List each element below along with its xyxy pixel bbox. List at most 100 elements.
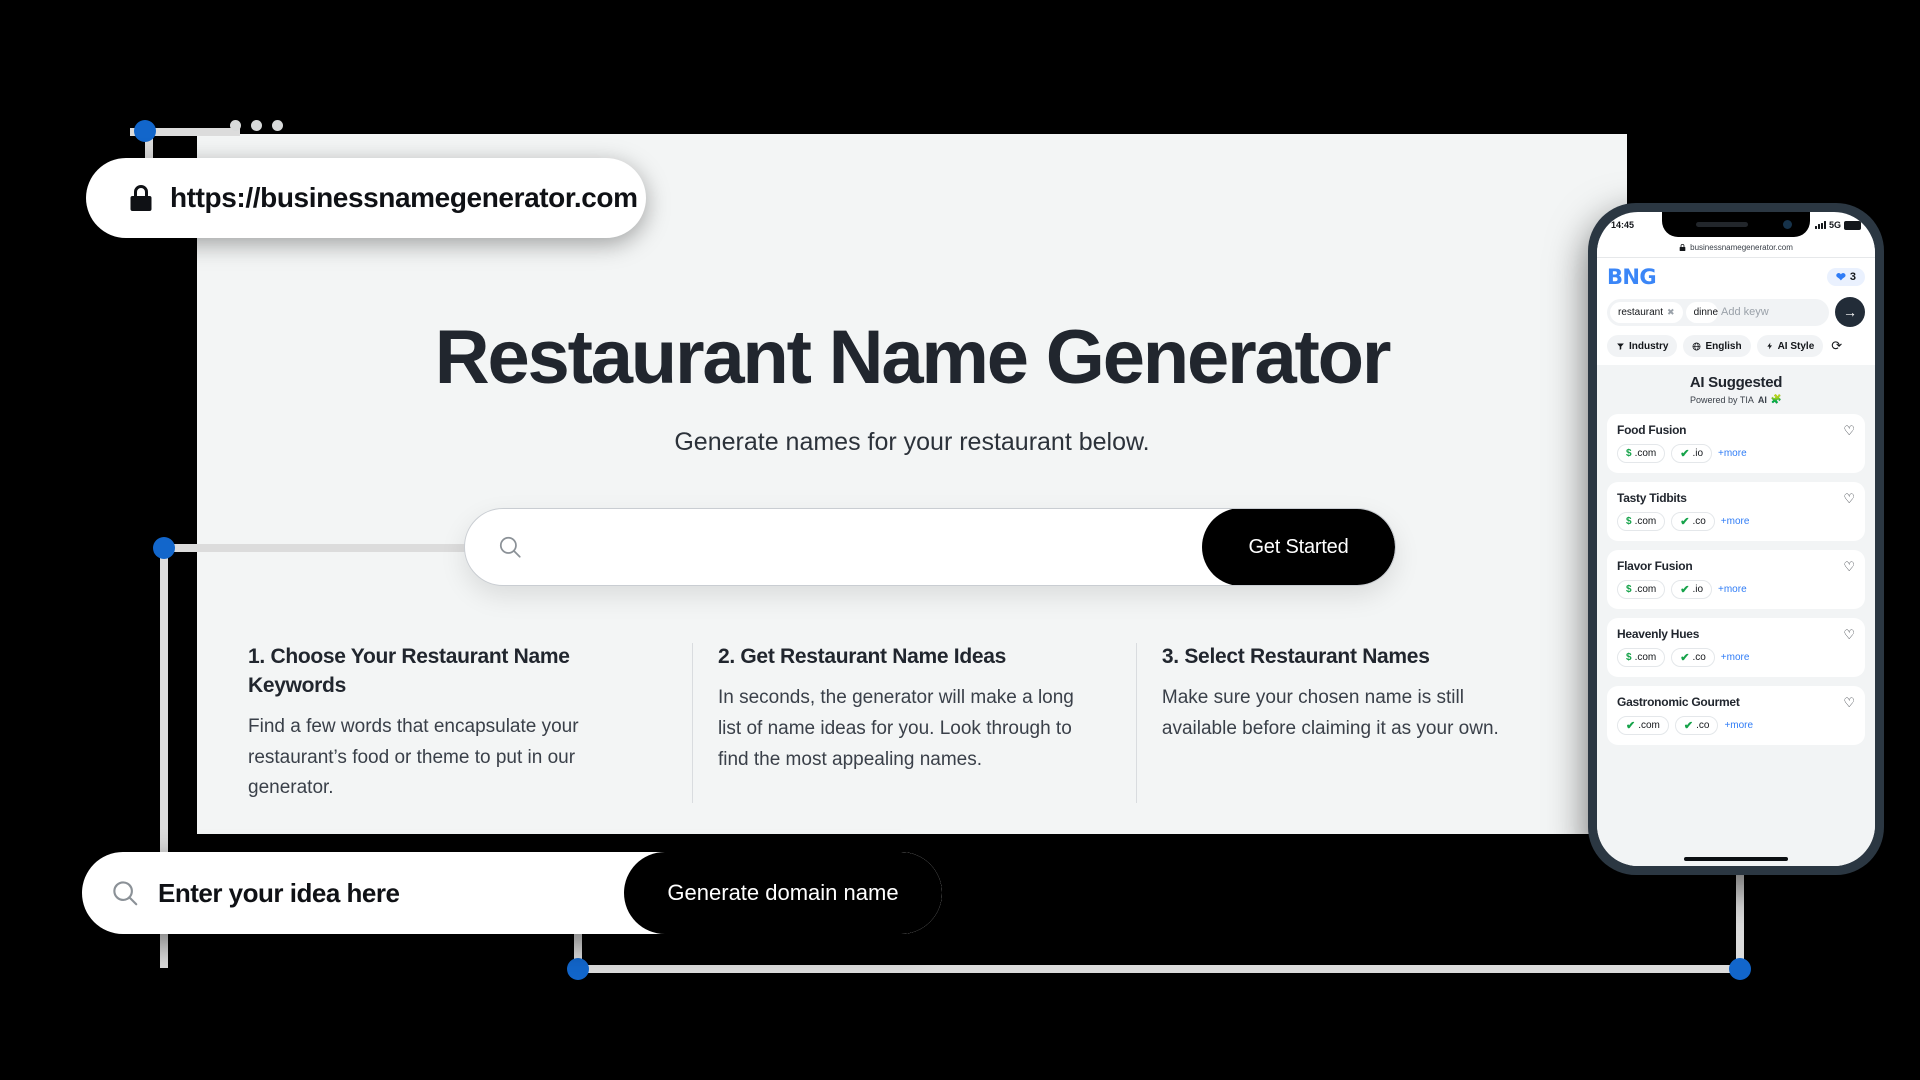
phone-app-header: BNG ❤ 3 restaurant ✖ dinne Add keyw → In… <box>1597 258 1875 365</box>
phone-status-bar: 14:45 5G <box>1597 212 1875 238</box>
keyword-box[interactable]: restaurant ✖ dinne Add keyw <box>1607 298 1829 326</box>
keyword-chip[interactable]: restaurant ✖ <box>1610 301 1683 323</box>
domain-tld: .co <box>1692 516 1706 527</box>
refresh-icon[interactable]: ⟳ <box>1831 338 1842 354</box>
more-domains-link[interactable]: +more <box>1718 448 1747 459</box>
floating-search-bar[interactable]: Enter your idea here Generate domain nam… <box>82 852 942 934</box>
chip-icon: 🧩 <box>1770 394 1783 404</box>
window-controls-dots[interactable] <box>230 120 283 131</box>
domain-tld: .com <box>1634 448 1657 459</box>
step-body: Make sure your chosen name is still avai… <box>1161 686 1499 739</box>
lock-icon <box>1679 243 1686 252</box>
domain-pill[interactable]: ✔ .io <box>1671 444 1713 463</box>
premium-marker-icon: $ <box>1626 584 1632 595</box>
results-panel: AI Suggested Powered by TIA AI 🧩 Food Fu… <box>1597 365 1875 866</box>
premium-marker-icon: $ <box>1626 516 1632 527</box>
domain-pill[interactable]: ✔ .co <box>1671 512 1715 531</box>
results-title: AI Suggested <box>1689 374 1783 391</box>
step-body: In seconds, the generator will make a lo… <box>717 686 1074 770</box>
filter-ai-style-button[interactable]: AI Style <box>1756 335 1824 357</box>
heart-outline-icon[interactable]: ♡ <box>1843 492 1855 505</box>
heart-outline-icon[interactable]: ♡ <box>1843 696 1855 709</box>
floating-search-input[interactable]: Enter your idea here <box>158 878 624 909</box>
heart-filled-icon: ❤ <box>1835 270 1846 284</box>
connector-dot-top-left <box>134 120 156 142</box>
domain-pill[interactable]: $ .com <box>1617 444 1666 463</box>
favorites-badge[interactable]: ❤ 3 <box>1826 268 1865 286</box>
filter-icon <box>1616 342 1625 351</box>
hero-search-bar[interactable]: Get Started <box>464 508 1396 586</box>
name-card[interactable]: Flavor Fusion ♡ $ .com ✔ .io +more <box>1607 550 1865 609</box>
phone-address-bar[interactable]: businessnamegenerator.com <box>1597 238 1875 258</box>
connector-dot-bottom-right <box>1729 958 1751 980</box>
heart-outline-icon[interactable]: ♡ <box>1843 560 1855 573</box>
name-card[interactable]: Food Fusion ♡ $ .com ✔ .io +more <box>1607 414 1865 473</box>
home-indicator <box>1684 857 1788 861</box>
domain-pill[interactable]: ✔ .co <box>1674 716 1719 735</box>
status-time: 14:45 <box>1611 220 1635 230</box>
domain-tld: .co <box>1696 720 1710 731</box>
step-item: 1. Choose Your Restaurant Name Keywords … <box>248 643 692 804</box>
filter-industry-label: Industry <box>1629 340 1669 352</box>
address-bar-url: https://businessnamegenerator.com <box>170 182 638 213</box>
signal-bars-icon <box>1814 221 1826 229</box>
name-card-title: Tasty Tidbits <box>1617 491 1687 505</box>
keyword-chip[interactable]: dinne <box>1685 301 1719 323</box>
name-card[interactable]: Heavenly Hues ♡ $ .com ✔ .co +more <box>1607 618 1865 677</box>
domain-tld: .io <box>1692 584 1704 595</box>
keyword-chip-label: dinne <box>1693 306 1719 318</box>
get-started-button[interactable]: Get Started <box>1202 509 1395 585</box>
domain-pill[interactable]: $ .com <box>1617 580 1666 599</box>
available-check-icon: ✔ <box>1626 720 1636 732</box>
hero-search-input[interactable] <box>523 534 1202 560</box>
name-card-title: Food Fusion <box>1617 423 1687 437</box>
available-check-icon: ✔ <box>1680 448 1690 460</box>
domain-tld: .com <box>1634 652 1657 663</box>
close-icon[interactable]: ✖ <box>1667 307 1675 318</box>
domain-pill[interactable]: ✔ .com <box>1617 716 1669 735</box>
address-bar[interactable]: https://businessnamegenerator.com <box>86 158 646 238</box>
generate-domain-name-button[interactable]: Generate domain name <box>624 852 942 934</box>
more-domains-link[interactable]: +more <box>1721 516 1750 527</box>
composite-mockup: https://businessnamegenerator.com Restau… <box>0 0 1920 1080</box>
domain-pill[interactable]: $ .com <box>1617 648 1666 667</box>
premium-marker-icon: $ <box>1626 652 1632 663</box>
filter-industry-button[interactable]: Industry <box>1607 335 1678 357</box>
domain-pill[interactable]: $ .com <box>1617 512 1666 531</box>
results-subtitle-prefix: Powered by TIA <box>1689 394 1754 405</box>
lock-icon <box>128 183 154 213</box>
filter-ai-style-label: AI Style <box>1777 340 1815 352</box>
bng-logo[interactable]: BNG <box>1607 265 1657 289</box>
phone-address-domain: businessnamegenerator.com <box>1690 243 1793 252</box>
phone-mockup: 14:45 5G businessnamegenerator.com BNG ❤ <box>1588 203 1884 875</box>
premium-marker-icon: $ <box>1626 448 1632 459</box>
name-card-title: Heavenly Hues <box>1617 627 1700 641</box>
filter-row: Industry English AI Style ⟳ <box>1607 335 1865 357</box>
window-dot-1 <box>230 120 241 131</box>
battery-icon <box>1844 220 1861 230</box>
hero-section: Restaurant Name Generator Generate names… <box>197 200 1627 457</box>
bolt-icon <box>1766 341 1774 351</box>
window-dot-2 <box>251 120 262 131</box>
name-card[interactable]: Tasty Tidbits ♡ $ .com ✔ .co +more <box>1607 482 1865 541</box>
connector-dot-mid-left <box>153 537 175 559</box>
more-domains-link[interactable]: +more <box>1721 652 1750 663</box>
steps-row: 1. Choose Your Restaurant Name Keywords … <box>248 643 1580 804</box>
search-icon <box>110 878 140 908</box>
filter-language-button[interactable]: English <box>1683 335 1751 357</box>
page-subtitle: Generate names for your restaurant below… <box>674 427 1150 456</box>
more-domains-link[interactable]: +more <box>1718 584 1747 595</box>
heart-outline-icon[interactable]: ♡ <box>1843 628 1855 641</box>
domain-pill[interactable]: ✔ .co <box>1671 648 1715 667</box>
heart-outline-icon[interactable]: ♡ <box>1843 424 1855 437</box>
add-keyword-placeholder[interactable]: Add keyw <box>1721 306 1826 318</box>
step-title: 3. Select Restaurant Names <box>1161 645 1430 668</box>
domain-tld: .com <box>1638 720 1660 731</box>
domain-tld: .com <box>1634 584 1657 595</box>
arrow-right-icon[interactable]: → <box>1835 297 1865 327</box>
connector-line-mid <box>160 544 490 552</box>
name-card[interactable]: Gastronomic Gourmet ♡ ✔ .com ✔ .co +more <box>1607 686 1865 745</box>
more-domains-link[interactable]: +more <box>1724 720 1753 731</box>
filter-language-label: English <box>1705 340 1742 352</box>
domain-pill[interactable]: ✔ .io <box>1671 580 1713 599</box>
